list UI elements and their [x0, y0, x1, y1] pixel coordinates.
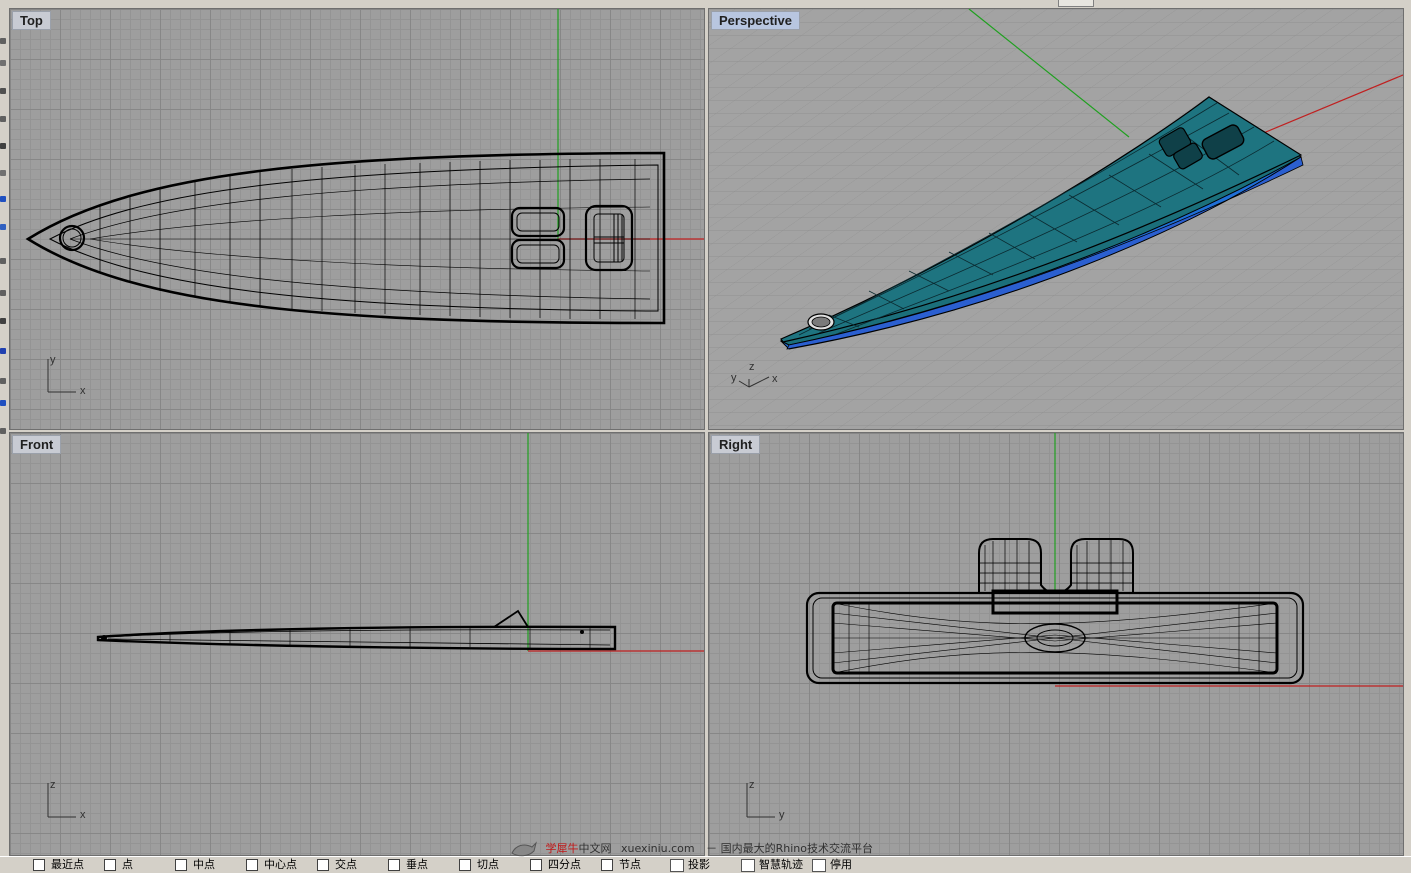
toggle-smart-track[interactable]: 智慧轨迹	[741, 859, 803, 873]
osnap-knot[interactable]: 节点	[601, 859, 641, 873]
axis-label-x: x	[80, 809, 86, 821]
viewport-title-perspective[interactable]: Perspective	[711, 11, 800, 30]
axis-label-z: z	[50, 779, 56, 791]
watermark-domain: xuexiniu.com	[621, 842, 695, 855]
toggle-checkbox[interactable]	[670, 859, 684, 872]
osnap-midpoint[interactable]: 中点	[175, 859, 215, 873]
viewport-title-top[interactable]: Top	[12, 11, 51, 30]
axis-label-y: y	[50, 354, 56, 366]
osnap-checkbox[interactable]	[33, 859, 45, 871]
front-view-geometry	[47, 433, 704, 818]
axis-label-y: y	[731, 372, 737, 384]
perspective-view-geometry	[709, 9, 1403, 429]
left-toolbar[interactable]	[0, 8, 8, 856]
perspective-viewport[interactable]: Perspective z y x	[708, 8, 1404, 430]
watermark: 学犀牛中文网 xuexiniu.com － 国内最大的Rhino技术交流平台	[510, 838, 873, 860]
osnap-center[interactable]: 中心点	[246, 859, 297, 873]
osnap-checkbox[interactable]	[601, 859, 613, 871]
watermark-brand: 学犀牛	[545, 842, 579, 855]
osnap-checkbox[interactable]	[317, 859, 329, 871]
tool-icon[interactable]	[0, 116, 6, 122]
osnap-tangent[interactable]: 切点	[459, 859, 499, 873]
osnap-point[interactable]: 点	[104, 859, 133, 873]
front-viewport[interactable]: Front z x	[9, 432, 705, 856]
top-view-geometry	[25, 9, 704, 393]
toggle-checkbox[interactable]	[741, 859, 755, 872]
tool-icon[interactable]	[0, 318, 6, 324]
tool-icon[interactable]	[0, 348, 6, 354]
right-viewport[interactable]: Right z y	[708, 432, 1404, 856]
axis-label-x: x	[772, 373, 778, 385]
viewport-title-front[interactable]: Front	[12, 435, 62, 454]
axis-label-z: z	[749, 779, 755, 791]
viewport-title-right[interactable]: Right	[711, 435, 761, 454]
tool-icon[interactable]	[0, 196, 6, 202]
watermark-brand-suffix: 中文网	[578, 842, 612, 855]
top-strip	[0, 0, 1411, 8]
axis-label-z: z	[749, 361, 755, 373]
tool-icon[interactable]	[0, 224, 6, 230]
osnap-perpendicular[interactable]: 垂点	[388, 859, 428, 873]
tool-icon[interactable]	[0, 143, 6, 149]
tool-icon[interactable]	[0, 60, 6, 66]
tool-icon[interactable]	[0, 428, 6, 434]
axis-label-x: x	[80, 385, 86, 397]
osnap-checkbox[interactable]	[104, 859, 116, 871]
right-view-geometry	[746, 433, 1403, 818]
tool-icon[interactable]	[0, 378, 6, 384]
watermark-tagline: － 国内最大的Rhino技术交流平台	[706, 842, 873, 855]
tool-icon[interactable]	[0, 88, 6, 94]
osnap-checkbox[interactable]	[530, 859, 542, 871]
toggle-disable[interactable]: 停用	[812, 859, 852, 873]
osnap-checkbox[interactable]	[175, 859, 187, 871]
tool-icon[interactable]	[0, 38, 6, 44]
tool-icon[interactable]	[0, 170, 6, 176]
toggle-checkbox[interactable]	[812, 859, 826, 872]
osnap-checkbox[interactable]	[459, 859, 471, 871]
osnap-intersection[interactable]: 交点	[317, 859, 357, 873]
osnap-quadrant[interactable]: 四分点	[530, 859, 581, 873]
tool-icon[interactable]	[0, 400, 6, 406]
viewport-layout-control[interactable]	[1058, 0, 1094, 7]
rhino-logo-icon	[511, 841, 537, 857]
toggle-project[interactable]: 投影	[670, 859, 710, 873]
tool-icon[interactable]	[0, 290, 6, 296]
axis-label-y: y	[779, 809, 785, 821]
osnap-checkbox[interactable]	[246, 859, 258, 871]
top-viewport[interactable]: Top y x	[9, 8, 705, 430]
osnap-nearest[interactable]: 最近点	[33, 859, 84, 873]
osnap-checkbox[interactable]	[388, 859, 400, 871]
tool-icon[interactable]	[0, 258, 6, 264]
